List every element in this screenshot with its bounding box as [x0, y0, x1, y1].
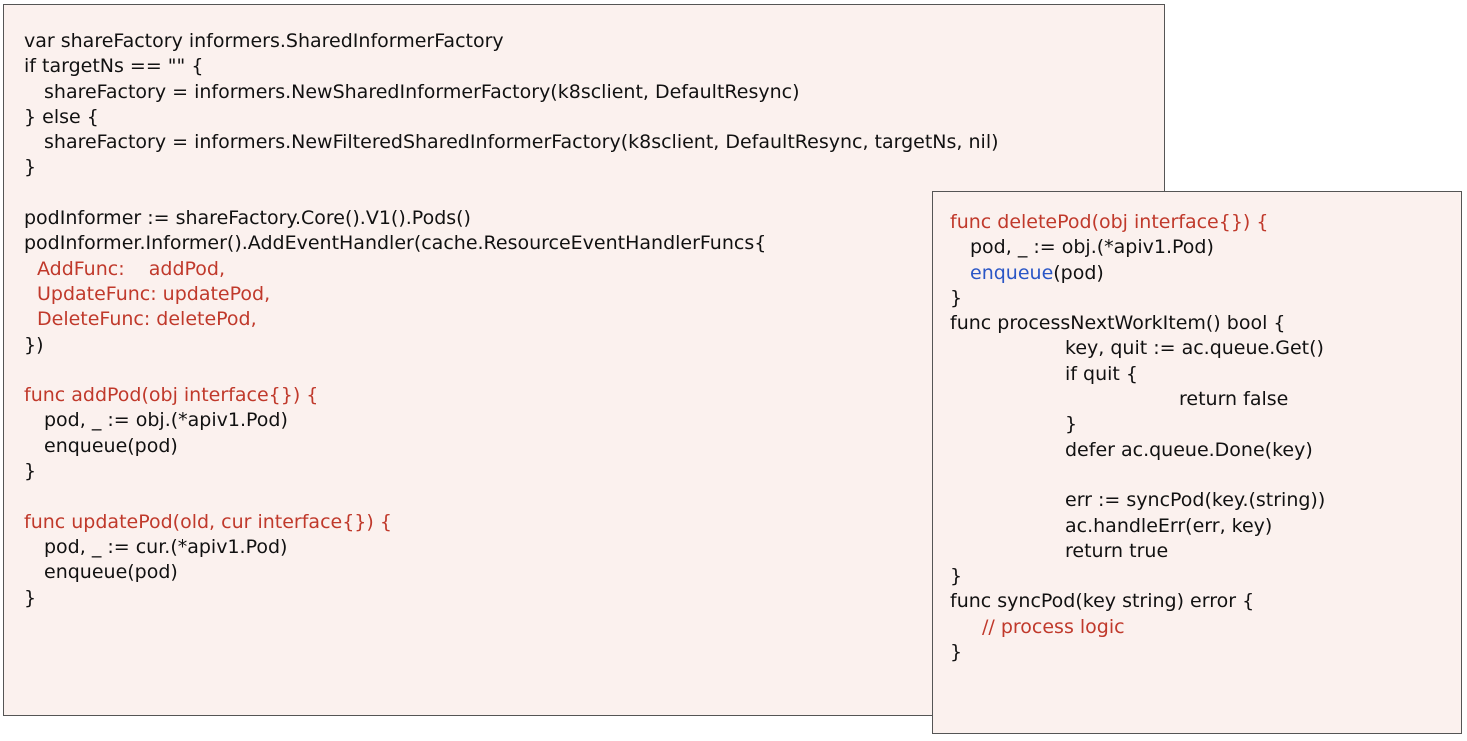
code-line: }	[950, 565, 963, 588]
code-line: pod, _ := obj.(*apiv1.Pod)	[970, 236, 1214, 259]
code-line: } else {	[24, 105, 99, 128]
func-deletepod-signature: func deletePod(obj interface{}) {	[950, 211, 1269, 233]
code-line: }	[950, 286, 963, 309]
code-line: }	[950, 641, 963, 664]
code-line: shareFactory = informers.NewFilteredShar…	[44, 131, 999, 154]
code-line: func syncPod(key string) error {	[950, 590, 1255, 613]
code-line: defer ac.queue.Done(key)	[1065, 438, 1313, 461]
code-line: return false	[1179, 388, 1289, 411]
code-line: shareFactory = informers.NewSharedInform…	[44, 80, 800, 103]
code-line: var shareFactory informers.SharedInforme…	[24, 30, 504, 52]
code-line: return true	[1065, 539, 1169, 562]
code-line: key, quit := ac.queue.Get()	[1065, 337, 1324, 360]
code-line: if targetNs == "" {	[24, 55, 204, 78]
code-panel-worker: func deletePod(obj interface{}) { pod, _…	[932, 191, 1462, 734]
enqueue-call: enqueue	[970, 261, 1054, 284]
code-line: }	[24, 156, 37, 179]
code-line: err := syncPod(key.(string))	[1065, 489, 1326, 512]
code-line: enqueue(pod)	[950, 261, 1461, 286]
code-line: ac.handleErr(err, key)	[1065, 514, 1273, 537]
code-line: if quit {	[1065, 362, 1138, 385]
code-line: }	[1065, 413, 1078, 436]
process-logic-comment: // process logic	[982, 615, 1125, 638]
enqueue-args: (pod)	[1053, 261, 1104, 284]
code-line: func processNextWorkItem() bool {	[950, 312, 1286, 335]
